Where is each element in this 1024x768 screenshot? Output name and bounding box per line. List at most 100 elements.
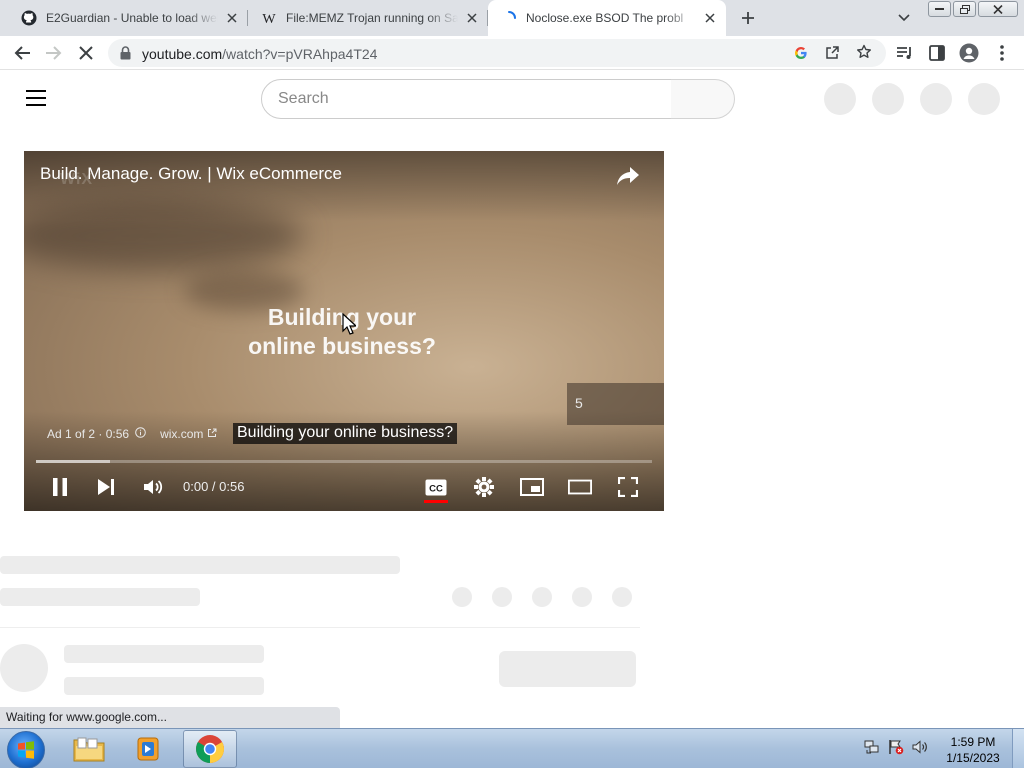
media-control-icon[interactable] bbox=[894, 42, 916, 64]
youtube-masthead bbox=[0, 71, 1024, 127]
masthead-placeholder-circle bbox=[968, 83, 1000, 115]
back-arrow-icon[interactable] bbox=[11, 42, 33, 64]
masthead-placeholder-circle bbox=[824, 83, 856, 115]
channel-avatar-skeleton bbox=[0, 644, 48, 692]
ad-label: Ad 1 of 2 · 0:56 bbox=[47, 427, 130, 441]
clock-date: 1/15/2023 bbox=[946, 751, 1000, 765]
info-circle-icon[interactable] bbox=[135, 427, 146, 441]
windows-logo-icon bbox=[18, 741, 34, 759]
side-panel-icon[interactable] bbox=[926, 42, 948, 64]
masthead-placeholder-circle bbox=[872, 83, 904, 115]
wikipedia-icon: W bbox=[261, 10, 277, 27]
windows-start-button[interactable] bbox=[7, 731, 45, 768]
ad-info: Ad 1 of 2 · 0:56 wix.com bbox=[47, 427, 217, 441]
tab-title: File:MEMZ Trojan running on San bbox=[286, 11, 458, 25]
video-title[interactable]: Build. Manage. Grow. | Wix eCommerce bbox=[40, 164, 342, 184]
address-bar[interactable]: youtube.com/watch?v=pVRAhpa4T24 bbox=[108, 39, 886, 67]
action-skeleton-circle bbox=[452, 587, 472, 607]
minimize-window-icon[interactable] bbox=[928, 1, 951, 17]
playback-time: 0:00 / 0:56 bbox=[183, 479, 245, 494]
url-path: /watch?v=pVRAhpa4T24 bbox=[222, 46, 378, 62]
github-icon bbox=[21, 10, 37, 26]
settings-gear-icon[interactable] bbox=[472, 475, 496, 499]
clock-time: 1:59 PM bbox=[950, 735, 996, 749]
close-window-icon[interactable] bbox=[978, 1, 1018, 17]
ad-headline-line: online business? bbox=[248, 333, 436, 359]
network-icon[interactable] bbox=[864, 739, 880, 760]
action-skeleton-circle bbox=[572, 587, 592, 607]
tab-title: E2Guardian - Unable to load web bbox=[46, 11, 218, 25]
fullscreen-icon[interactable] bbox=[616, 475, 640, 499]
title-skeleton bbox=[0, 556, 400, 574]
browser-toolbar: youtube.com/watch?v=pVRAhpa4T24 bbox=[0, 36, 1024, 70]
subscribe-button-skeleton bbox=[499, 651, 636, 687]
skip-ad-countdown: 5 bbox=[567, 383, 664, 425]
volume-icon[interactable] bbox=[141, 475, 165, 499]
svg-text:W: W bbox=[262, 12, 276, 26]
lock-icon[interactable] bbox=[120, 46, 131, 65]
restore-window-icon[interactable] bbox=[953, 1, 976, 17]
channel-name-skeleton bbox=[64, 645, 264, 663]
captions-active-indicator bbox=[424, 500, 448, 503]
closed-caption: Building your online business? bbox=[233, 423, 458, 444]
action-center-flag-icon[interactable] bbox=[888, 739, 904, 760]
ad-domain-link[interactable]: wix.com bbox=[160, 427, 203, 441]
media-player-icon bbox=[137, 737, 159, 761]
taskbar-media-player[interactable] bbox=[122, 730, 176, 768]
pause-icon[interactable] bbox=[48, 475, 72, 499]
action-skeleton-circle bbox=[492, 587, 512, 607]
tab-strip: E2Guardian - Unable to load web W File:M… bbox=[0, 0, 1024, 36]
video-player[interactable]: WiX Build. Manage. Grow. | Wix eCommerce… bbox=[24, 151, 664, 511]
mouse-cursor-icon bbox=[342, 313, 356, 335]
close-tab-icon[interactable] bbox=[224, 10, 240, 26]
theater-mode-icon[interactable] bbox=[568, 475, 592, 499]
chrome-menu-icon[interactable] bbox=[991, 42, 1013, 64]
progress-bar[interactable] bbox=[36, 460, 652, 463]
speaker-volume-icon[interactable] bbox=[912, 739, 928, 760]
next-video-icon[interactable] bbox=[94, 475, 118, 499]
system-clock[interactable]: 1:59 PM 1/15/2023 bbox=[940, 734, 1006, 766]
cc-label: CC bbox=[429, 483, 443, 494]
windows-taskbar: 1:59 PM 1/15/2023 bbox=[0, 728, 1024, 768]
tab-search-chevron-icon[interactable] bbox=[894, 8, 914, 28]
loading-status-text: Waiting for www.google.com... bbox=[0, 707, 340, 728]
tab-e2guardian[interactable]: E2Guardian - Unable to load web bbox=[8, 0, 248, 36]
loading-spinner-icon bbox=[501, 10, 517, 26]
share-arrow-icon[interactable] bbox=[616, 165, 640, 187]
meta-skeleton bbox=[0, 588, 200, 606]
profile-avatar-icon[interactable] bbox=[958, 42, 980, 64]
new-tab-icon[interactable] bbox=[736, 6, 760, 30]
close-tab-icon[interactable] bbox=[464, 10, 480, 26]
subscriber-count-skeleton bbox=[64, 677, 264, 695]
chrome-logo-icon bbox=[196, 735, 224, 763]
closed-captions-icon[interactable]: CC bbox=[424, 475, 448, 499]
close-tab-icon[interactable] bbox=[702, 10, 718, 26]
tab-noclose-bsod[interactable]: Noclose.exe BSOD The probl bbox=[488, 0, 726, 36]
hamburger-menu-icon[interactable] bbox=[26, 90, 46, 106]
taskbar-file-explorer[interactable] bbox=[62, 730, 116, 768]
player-top-gradient bbox=[24, 151, 664, 221]
miniplayer-icon[interactable] bbox=[520, 475, 544, 499]
show-desktop-button[interactable] bbox=[1012, 729, 1024, 768]
search-button[interactable] bbox=[671, 79, 735, 119]
progress-fill bbox=[36, 460, 110, 463]
search-input[interactable] bbox=[261, 79, 672, 119]
folder-icon bbox=[73, 737, 105, 762]
masthead-placeholder-circle bbox=[920, 83, 952, 115]
external-link-icon[interactable] bbox=[207, 427, 217, 441]
stop-loading-icon[interactable] bbox=[75, 42, 97, 64]
system-tray bbox=[864, 735, 928, 763]
google-lens-icon[interactable] bbox=[794, 46, 808, 65]
forward-arrow-icon[interactable] bbox=[43, 42, 65, 64]
bookmark-star-icon[interactable] bbox=[856, 44, 872, 65]
url-text: youtube.com/watch?v=pVRAhpa4T24 bbox=[142, 46, 377, 62]
share-page-icon[interactable] bbox=[824, 45, 840, 66]
taskbar-chrome[interactable] bbox=[183, 730, 237, 768]
divider bbox=[0, 627, 640, 628]
tab-title: Noclose.exe BSOD The probl bbox=[526, 11, 684, 25]
action-skeleton-circle bbox=[532, 587, 552, 607]
tab-wikipedia-memz[interactable]: W File:MEMZ Trojan running on San bbox=[248, 0, 488, 36]
screen: E2Guardian - Unable to load web W File:M… bbox=[0, 0, 1024, 768]
action-skeleton-circle bbox=[612, 587, 632, 607]
url-host: youtube.com bbox=[142, 46, 223, 62]
